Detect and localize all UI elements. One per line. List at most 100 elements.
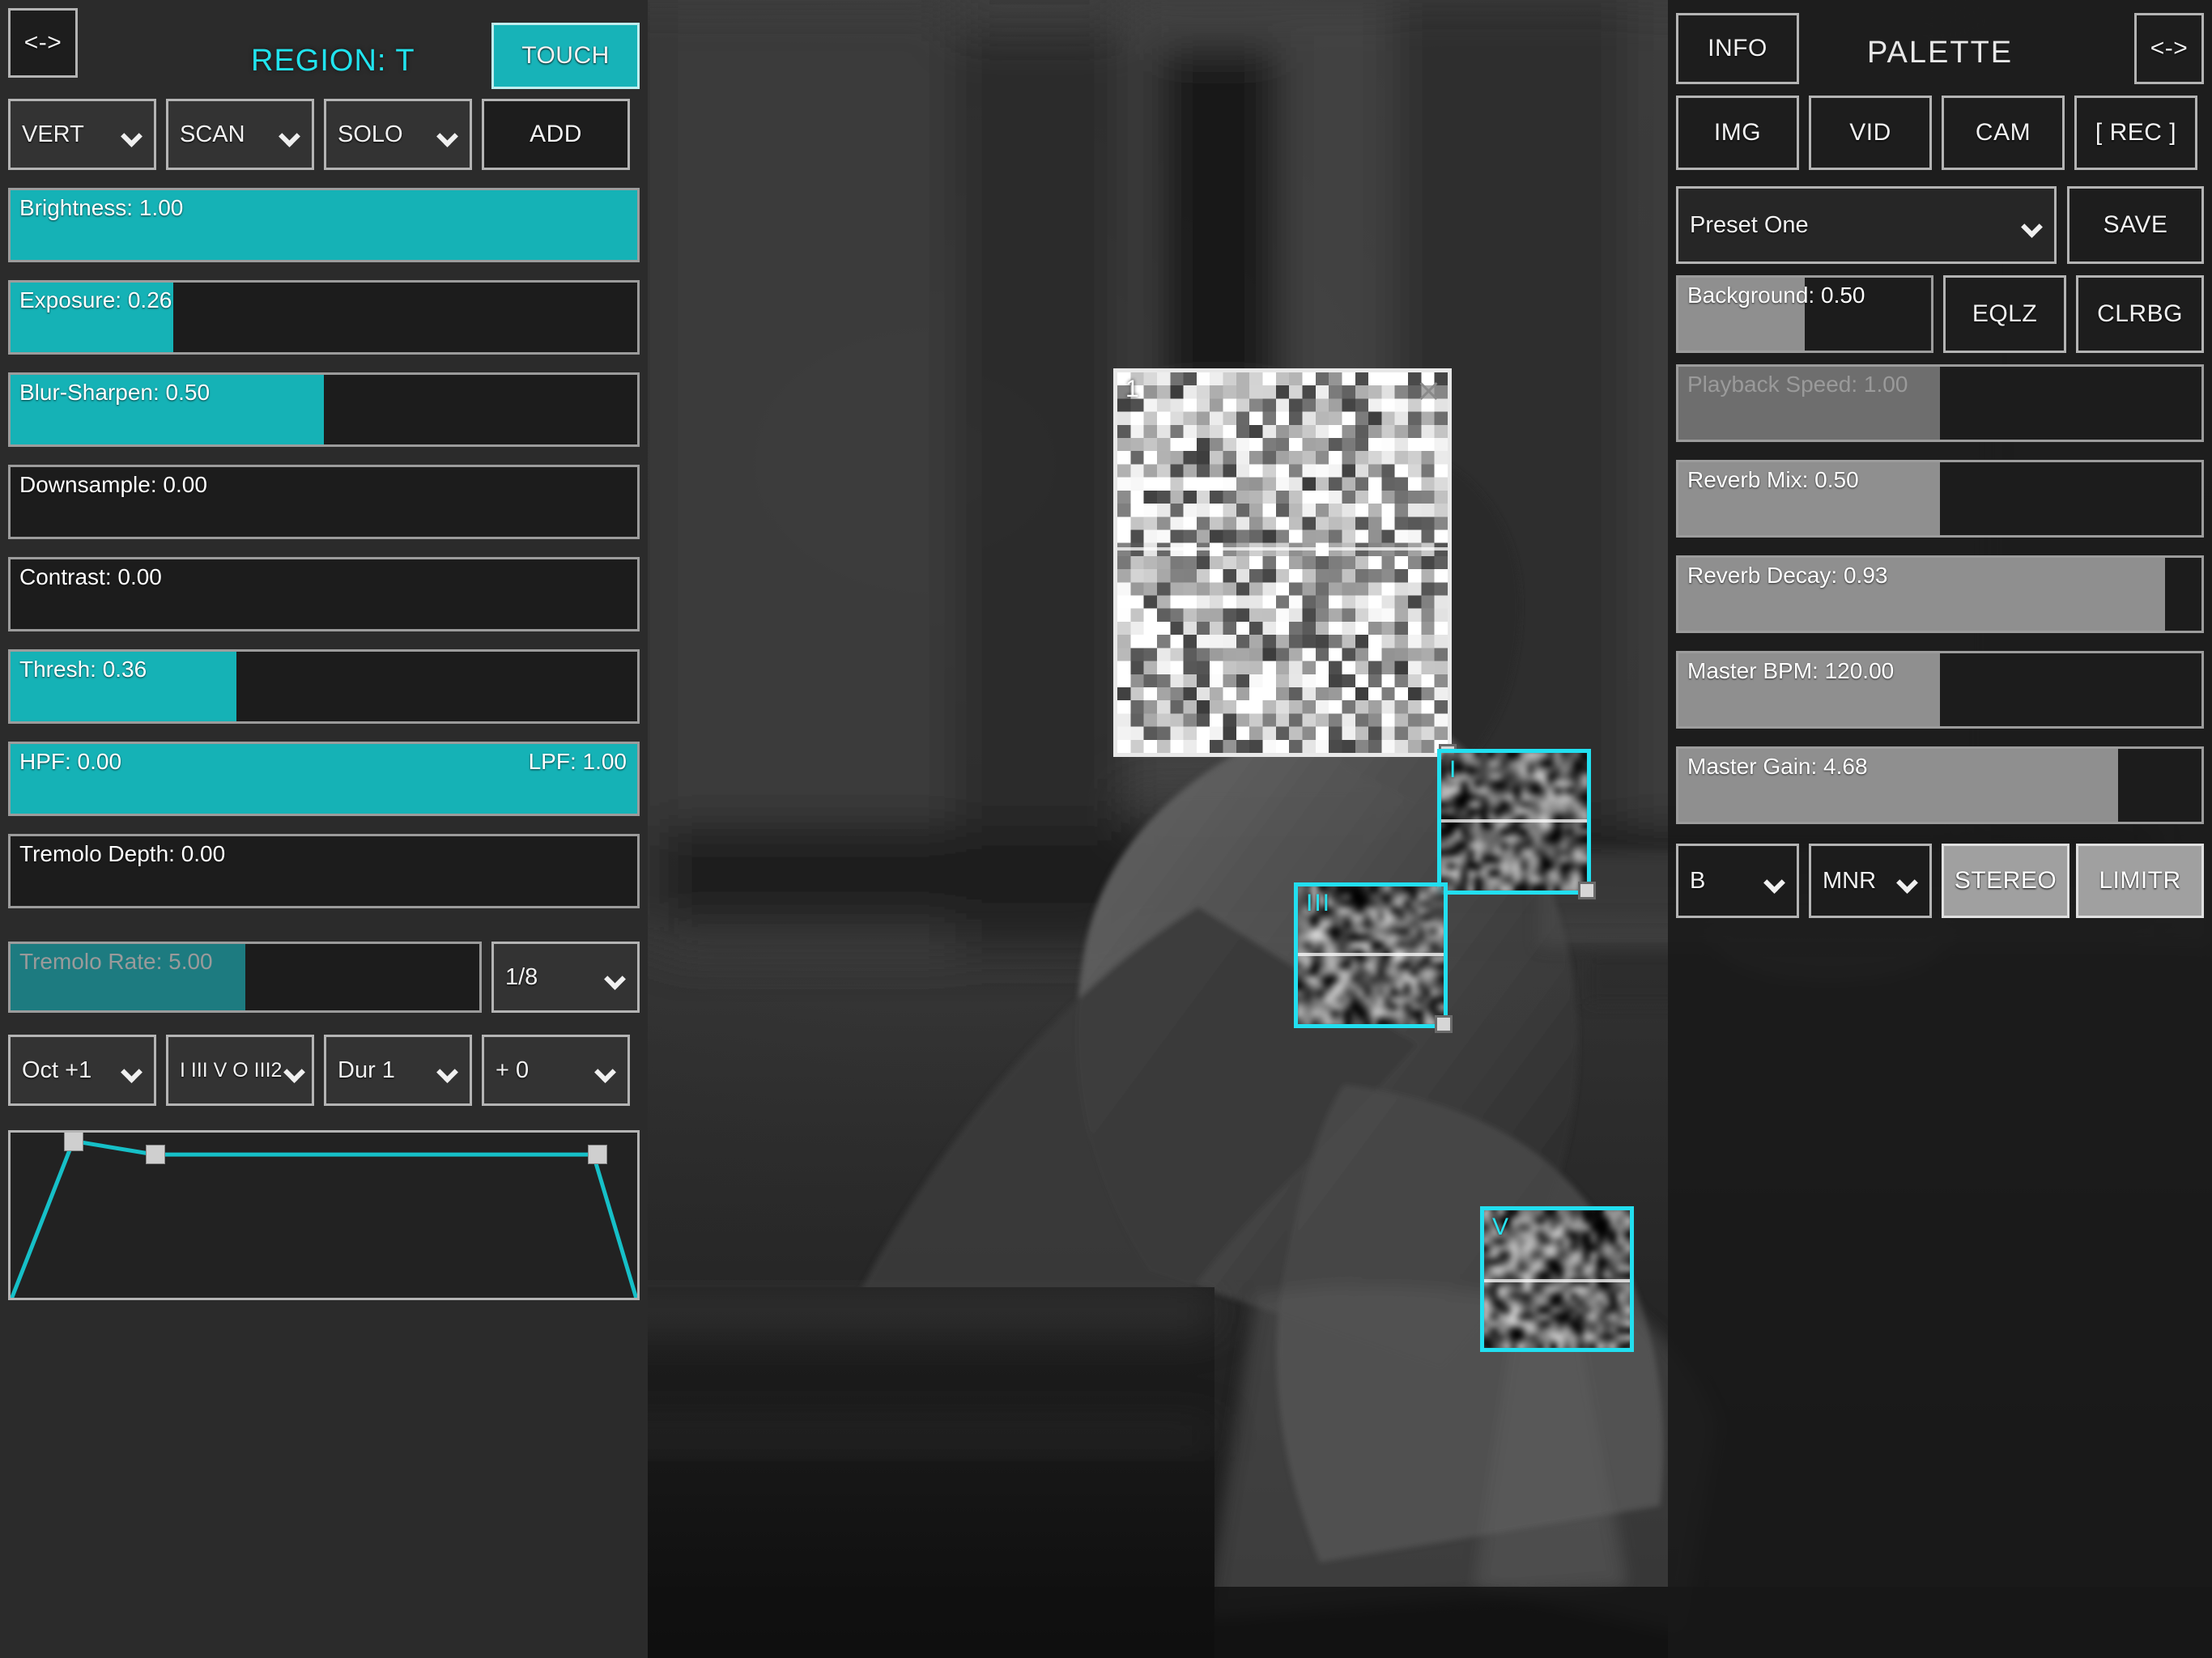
- preset-value: Preset One: [1690, 211, 1809, 238]
- region-resize-handle[interactable]: [1435, 1015, 1453, 1033]
- slider-thresh-label: Thresh: 0.36: [19, 657, 147, 682]
- slider-contrast-label: Contrast: 0.00: [19, 564, 162, 589]
- region-label: I: [1449, 756, 1458, 783]
- dropdown-voice-value: SOLO: [338, 121, 403, 147]
- left-dropdown-row-bottom: Oct +1 I III V O III2 Dur 1 + 0: [8, 1035, 640, 1106]
- dropdown-chord[interactable]: I III V O III2: [166, 1035, 314, 1106]
- envelope-handle-3[interactable]: [588, 1145, 608, 1165]
- region-content: [1441, 753, 1587, 891]
- slider-reverb-mix[interactable]: Reverb Mix: 0.50: [1676, 460, 2204, 538]
- eqlz-button-label: EQLZ: [1972, 300, 2038, 327]
- region-i[interactable]: I: [1437, 749, 1596, 899]
- slider-blur-sharpen-label: Blur-Sharpen: 0.50: [19, 380, 211, 405]
- right-panel: INFO PALETTE <-> IMG VID CAM [ REC ] Preset…: [1668, 0, 2212, 1658]
- dropdown-mode[interactable]: SCAN: [166, 99, 314, 170]
- slider-tremolo-depth[interactable]: Tremolo Depth: 0.00: [8, 834, 640, 908]
- source-button-img[interactable]: IMG: [1676, 96, 1799, 170]
- dropdown-mode-value: SCAN: [180, 121, 245, 147]
- slider-master-bpm-label: Master BPM: 120.00: [1687, 658, 1895, 683]
- envelope-handle-2[interactable]: [146, 1145, 166, 1165]
- tremolo-rate-slider[interactable]: Tremolo Rate: 5.00: [8, 942, 482, 1013]
- chevron-down-icon: [597, 1065, 615, 1075]
- limitr-button-label: LIMITR: [2099, 867, 2181, 894]
- close-icon[interactable]: [1414, 377, 1441, 405]
- slider-master-bpm[interactable]: Master BPM: 120.00: [1676, 651, 2204, 729]
- left-header-row: <-> REGION: T TOUCH: [8, 8, 640, 93]
- region-pixel-content: [1117, 372, 1448, 753]
- region-scanline: [1298, 952, 1444, 956]
- scale-value: MNR: [1823, 867, 1877, 894]
- dropdown-octave[interactable]: Oct +1: [8, 1035, 156, 1106]
- source-button-vid[interactable]: VID: [1809, 96, 1932, 170]
- save-button[interactable]: SAVE: [2067, 186, 2204, 264]
- slider-downsample[interactable]: Downsample: 0.00: [8, 465, 640, 539]
- slider-thresh[interactable]: Thresh: 0.36: [8, 649, 640, 724]
- region-resize-handle[interactable]: [1578, 882, 1596, 899]
- chevron-down-icon: [1899, 875, 1916, 886]
- clrbg-button[interactable]: CLRBG: [2076, 275, 2204, 353]
- dropdown-transpose[interactable]: + 0: [482, 1035, 630, 1106]
- collapse-right-button[interactable]: <->: [2134, 13, 2204, 84]
- stereo-button[interactable]: STEREO: [1942, 844, 2069, 918]
- left-panel: <-> REGION: T TOUCH VERT SCAN SOLO ADD Brig…: [0, 0, 648, 1658]
- region-iii[interactable]: III: [1294, 882, 1453, 1033]
- dropdown-duration[interactable]: Dur 1: [324, 1035, 472, 1106]
- chevron-down-icon: [123, 1065, 141, 1075]
- chevron-down-icon: [439, 1065, 457, 1075]
- source-button-label: [ REC ]: [2095, 119, 2177, 146]
- region-scanline: [1441, 818, 1587, 823]
- slider-reverb-decay[interactable]: Reverb Decay: 0.93: [1676, 555, 2204, 633]
- envelope-handle-1[interactable]: [64, 1133, 83, 1151]
- slider-master-gain[interactable]: Master Gain: 4.68: [1676, 746, 2204, 824]
- palette-title: PALETTE: [1867, 36, 2014, 70]
- slider-hpf-label: HPF: 0.00: [19, 749, 122, 774]
- eqlz-button[interactable]: EQLZ: [1943, 275, 2066, 353]
- tremolo-rate-label: Tremolo Rate: 5.00: [19, 949, 213, 974]
- slider-reverb-decay-label: Reverb Decay: 0.93: [1687, 563, 1888, 588]
- region-1[interactable]: 1: [1113, 368, 1457, 762]
- preset-select[interactable]: Preset One: [1676, 186, 2057, 264]
- slider-exposure[interactable]: Exposure: 0.26: [8, 280, 640, 355]
- dropdown-voice[interactable]: SOLO: [324, 99, 472, 170]
- background-slider[interactable]: Background: 0.50: [1676, 275, 1933, 353]
- chevron-down-icon: [2023, 219, 2041, 230]
- right-bottom-row: B MNR STEREO LIMITR: [1676, 844, 2204, 918]
- source-button-label: VID: [1849, 119, 1891, 146]
- scale-select[interactable]: MNR: [1809, 844, 1932, 918]
- source-button-cam[interactable]: CAM: [1942, 96, 2065, 170]
- collapse-left-icon: <->: [23, 29, 62, 56]
- collapse-left-button[interactable]: <->: [8, 8, 78, 78]
- collapse-right-icon: <->: [2150, 35, 2189, 62]
- region-label: V: [1492, 1214, 1511, 1240]
- slider-contrast[interactable]: Contrast: 0.00: [8, 557, 640, 631]
- source-button-label: IMG: [1713, 119, 1762, 146]
- envelope-svg: [11, 1138, 637, 1298]
- slider-blur-sharpen[interactable]: Blur-Sharpen: 0.50: [8, 372, 640, 447]
- preset-row: Preset One SAVE: [1676, 186, 2204, 264]
- limitr-button[interactable]: LIMITR: [2076, 844, 2204, 918]
- slider-downsample-label: Downsample: 0.00: [19, 472, 207, 497]
- slider-hpf[interactable]: HPF: 0.00 LPF: 1.00: [8, 742, 640, 816]
- region-title: REGION: T: [251, 44, 415, 78]
- chevron-down-icon: [439, 129, 457, 139]
- add-button[interactable]: ADD: [482, 99, 630, 170]
- source-button-label: CAM: [1975, 119, 2031, 146]
- background-row: Background: 0.50 EQLZ CLRBG: [1676, 275, 2204, 353]
- chevron-down-icon: [606, 971, 624, 982]
- tremolo-rate-row: Tremolo Rate: 5.00 1/8: [8, 942, 640, 1013]
- region-scanline: [1117, 547, 1448, 551]
- touch-button[interactable]: TOUCH: [491, 23, 640, 89]
- adsr-envelope-editor[interactable]: [8, 1130, 640, 1300]
- slider-brightness[interactable]: Brightness: 1.00: [8, 188, 640, 262]
- info-button-label: INFO: [1708, 35, 1767, 62]
- key-select[interactable]: B: [1676, 844, 1799, 918]
- dropdown-axis[interactable]: VERT: [8, 99, 156, 170]
- rate-division-select[interactable]: 1/8: [491, 942, 640, 1013]
- slider-playback-speed[interactable]: Playback Speed: 1.00: [1676, 364, 2204, 442]
- touch-button-label: TOUCH: [521, 42, 610, 69]
- save-button-label: SAVE: [2103, 211, 2168, 238]
- source-button-rec[interactable]: [ REC ]: [2074, 96, 2197, 170]
- info-button[interactable]: INFO: [1676, 13, 1799, 84]
- region-v[interactable]: V: [1480, 1206, 1634, 1352]
- slider-hpf-label-right: LPF: 1.00: [528, 749, 627, 774]
